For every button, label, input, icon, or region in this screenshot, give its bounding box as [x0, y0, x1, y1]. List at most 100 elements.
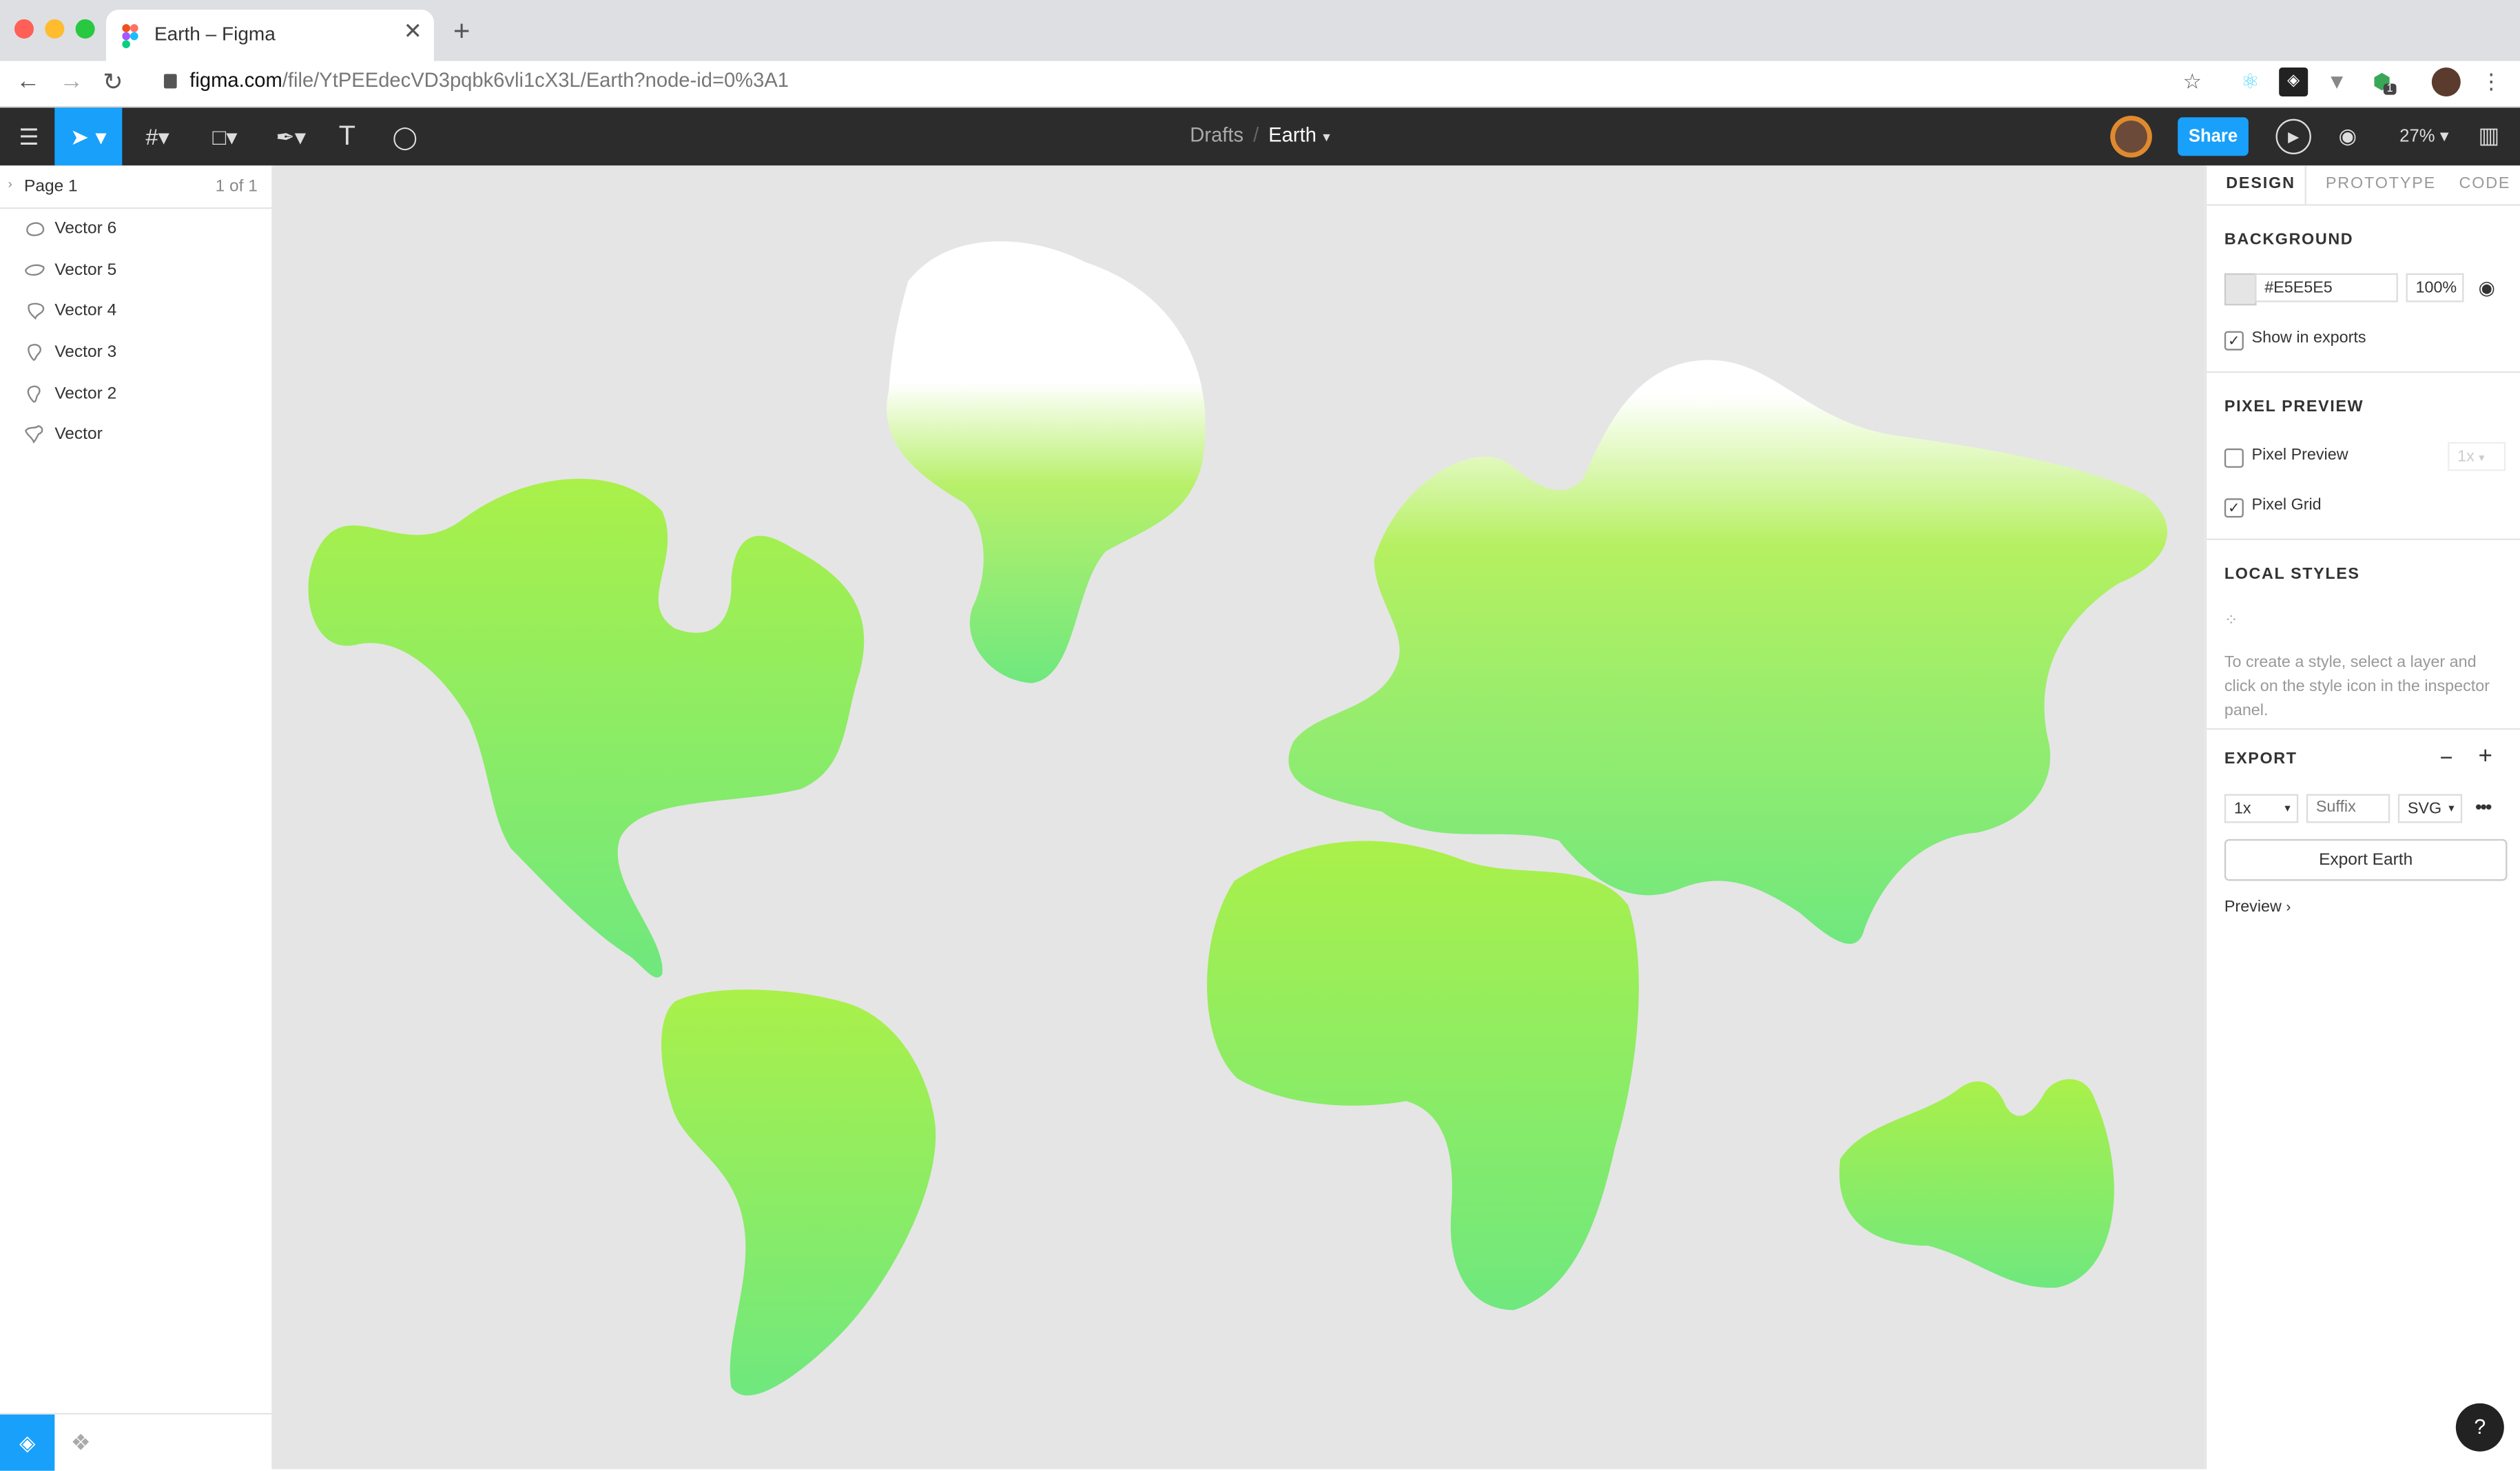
more-options-icon[interactable]: •••: [2475, 796, 2492, 819]
page-selector[interactable]: › Page 1 1 of 1: [0, 165, 272, 209]
export-format-select[interactable]: SVG ▾: [2397, 794, 2463, 823]
help-button[interactable]: ?: [2455, 1403, 2504, 1452]
design-panel: DESIGN PROTOTYPE CODE BACKGROUND #E5E5E5…: [2204, 165, 2520, 1470]
address-bar: ← → ↻ figma.com/file/YtPEEdecVD3pqbk6vli…: [0, 61, 2520, 108]
export-button[interactable]: Export Earth: [2224, 839, 2508, 881]
background-opacity-input[interactable]: 100%: [2406, 273, 2464, 302]
extension-icon[interactable]: ◈: [2279, 67, 2309, 96]
close-window-button[interactable]: [14, 19, 34, 39]
breadcrumb-separator: /: [1253, 123, 1259, 147]
section-divider: [2207, 371, 2520, 373]
figma-toolbar: ☰ ➤ ▾ #▾ □▾ ✒▾ T ◯ Drafts / Earth ▾ Share ▶…: [0, 107, 2520, 166]
canvas[interactable]: [273, 165, 2205, 1470]
vector-icon: [25, 424, 43, 444]
extension-badge: 1: [2383, 83, 2397, 95]
background-section-title: BACKGROUND: [2224, 231, 2354, 249]
minimize-window-button[interactable]: [45, 19, 65, 39]
tab-close-icon[interactable]: ✕: [404, 18, 422, 45]
local-styles-hint: To create a style, select a layer and cl…: [2224, 654, 2490, 721]
layers-bottom-bar: ◈ ❖: [0, 1412, 272, 1471]
layer-row[interactable]: Vector 3: [0, 333, 271, 375]
styles-grid-icon[interactable]: ⁘: [2224, 613, 2238, 630]
earth-map[interactable]: [273, 165, 2205, 1469]
view-eye-icon[interactable]: ◉: [2339, 124, 2357, 150]
vue-devtools-icon[interactable]: ▼: [2322, 68, 2351, 96]
visibility-eye-icon[interactable]: ◉: [2478, 276, 2495, 299]
url-path: /file/YtPEEdecVD3pqbk6vli1cX3L/Earth?nod…: [282, 69, 789, 92]
export-section-title: EXPORT: [2224, 750, 2297, 769]
export-preview-toggle[interactable]: Preview ›: [2224, 898, 2291, 916]
layer-name: Vector 2: [54, 384, 117, 404]
layer-name: Vector 3: [54, 342, 117, 362]
forward-arrow-icon[interactable]: →: [59, 68, 83, 95]
export-scale-select[interactable]: 1x ▾: [2224, 794, 2299, 823]
vector-south-america[interactable]: [661, 989, 936, 1396]
vector-icon: [25, 264, 45, 276]
back-arrow-icon[interactable]: ←: [16, 68, 40, 95]
react-devtools-icon[interactable]: ⚛: [2235, 68, 2264, 96]
browser-tab-strip: Earth – Figma ✕ +: [0, 0, 2520, 61]
new-tab-icon[interactable]: +: [453, 14, 471, 48]
library-book-icon[interactable]: ▥: [2478, 122, 2499, 150]
chrome-menu-icon[interactable]: ⋮: [2477, 68, 2506, 96]
tab-divider: [2207, 204, 2520, 206]
export-preview-label: Preview: [2224, 898, 2282, 916]
section-divider: [2207, 538, 2520, 540]
layer-name: Vector 6: [54, 218, 117, 238]
assets-components-icon[interactable]: ❖: [71, 1429, 91, 1457]
chevron-right-icon: ›: [2286, 898, 2291, 915]
pixel-grid-checkbox[interactable]: ✓: [2224, 498, 2244, 518]
section-divider: [2207, 728, 2520, 730]
chevron-down-icon[interactable]: ▾: [1323, 129, 1330, 145]
tab-title: Earth – Figma: [154, 22, 276, 45]
file-name[interactable]: Earth: [1268, 124, 1316, 147]
layer-row[interactable]: Vector 4: [0, 291, 271, 333]
vector-icon: [27, 385, 41, 403]
export-scale-value: 1x: [2233, 800, 2251, 819]
reload-icon[interactable]: ↻: [103, 68, 123, 96]
layers-stack-icon[interactable]: ◈: [0, 1415, 55, 1471]
tab-code[interactable]: CODE: [2459, 175, 2510, 193]
layer-row[interactable]: Vector 6: [0, 209, 271, 251]
tab-prototype[interactable]: PROTOTYPE: [2326, 175, 2436, 193]
url-field[interactable]: figma.com/file/YtPEEdecVD3pqbk6vli1cX3L/…: [163, 69, 789, 92]
vector-icon: [28, 344, 41, 361]
background-hex-input[interactable]: #E5E5E5: [2255, 273, 2398, 302]
present-play-icon[interactable]: ▶: [2275, 119, 2311, 154]
vector-north-america[interactable]: [308, 478, 865, 978]
pixel-preview-checkbox[interactable]: [2224, 448, 2244, 468]
layer-row[interactable]: Vector 2: [0, 375, 271, 417]
lock-icon: [163, 74, 177, 89]
vector-greenland[interactable]: [887, 241, 1206, 683]
zoom-level[interactable]: 27% ▾: [2399, 125, 2448, 146]
zoom-window-button[interactable]: [75, 19, 95, 39]
pixel-grid-label: Pixel Grid: [2251, 496, 2322, 515]
breadcrumb-drafts[interactable]: Drafts: [1190, 124, 1243, 147]
share-button[interactable]: Share: [2178, 117, 2249, 156]
layer-row[interactable]: Vector: [0, 415, 271, 457]
tab-design[interactable]: DESIGN: [2226, 175, 2295, 193]
layer-row[interactable]: Vector 5: [0, 251, 271, 293]
show-in-exports-checkbox[interactable]: ✓: [2224, 331, 2244, 351]
pixel-scale-select[interactable]: 1x ▾: [2448, 442, 2506, 471]
add-export-plus-icon[interactable]: +: [2478, 743, 2492, 770]
export-format-value: SVG: [2407, 800, 2442, 819]
show-in-exports-label: Show in exports: [2251, 329, 2366, 347]
vector-australia[interactable]: [1839, 1079, 2114, 1288]
chevron-down-icon: ▾: [2284, 803, 2291, 815]
background-color-swatch[interactable]: [2224, 273, 2257, 306]
zoom-value: 27%: [2399, 127, 2435, 147]
bookmark-star-icon[interactable]: ☆: [2178, 68, 2207, 96]
user-avatar[interactable]: [2110, 115, 2152, 158]
layer-name: Vector 5: [54, 260, 117, 280]
local-styles-section-title: LOCAL STYLES: [2224, 566, 2360, 584]
vector-icon: [28, 302, 45, 320]
pixel-preview-label: Pixel Preview: [2251, 446, 2348, 465]
chevron-down-icon: ▾: [2448, 803, 2455, 815]
remove-export-minus-icon[interactable]: −: [2439, 744, 2452, 770]
browser-tab[interactable]: Earth – Figma ✕: [105, 9, 434, 61]
vector-africa[interactable]: [1207, 841, 1639, 1310]
profile-avatar[interactable]: [2431, 67, 2461, 96]
export-suffix-input[interactable]: [2306, 794, 2390, 823]
pixel-scale-value: 1x: [2457, 448, 2475, 466]
